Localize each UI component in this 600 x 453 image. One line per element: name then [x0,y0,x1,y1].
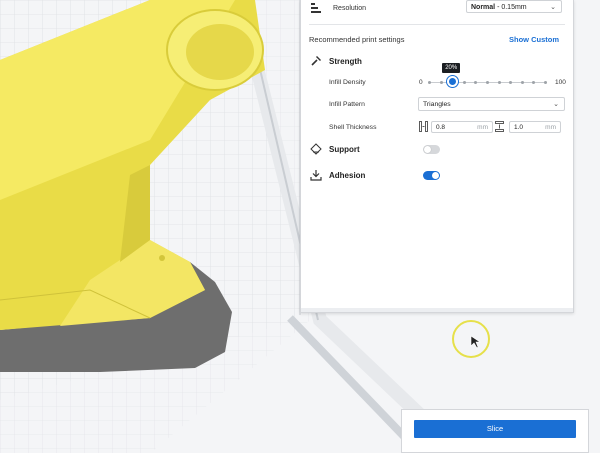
hammer-icon [311,56,321,66]
toggle-knob [432,172,439,179]
infill-density-label: Infill Density [329,79,366,86]
slider-tick [439,81,443,84]
slider-tick [544,81,547,84]
adhesion-toggle[interactable] [423,171,440,180]
adhesion-icon [310,170,322,181]
wall-thickness-icon [419,121,428,132]
support-icon [310,143,322,155]
panel-footer [301,308,573,312]
infill-pattern-value: Triangles [423,101,451,108]
resolution-layer-height: - 0.15mm [495,4,527,11]
slice-button[interactable]: Slice [414,420,576,438]
print-settings-panel: Resolution Normal - 0.15mm ⌄ Recommended… [300,0,574,313]
slice-panel: Slice [401,409,589,453]
infill-density-slider-handle[interactable] [446,76,458,87]
adhesion-title: Adhesion [329,171,366,180]
slider-tick [497,81,501,84]
resolution-icon [311,3,321,13]
cursor-highlight-ring [452,320,490,358]
support-title: Support [329,145,360,154]
resolution-profile-name: Normal [471,4,496,11]
top-bottom-thickness-icon [495,121,504,132]
slider-tick [428,81,431,84]
slider-tick [462,81,466,84]
slider-tick [474,81,478,84]
strength-title: Strength [329,57,362,66]
slider-tick [532,81,536,84]
infill-pattern-select[interactable]: Triangles ⌄ [418,97,565,111]
infill-pattern-label: Infill Pattern [329,101,365,108]
wall-thickness-input[interactable]: 0.8 mm [431,121,493,133]
slider-tick [486,81,489,84]
shell-thickness-label: Shell Thickness [329,124,377,131]
support-toggle[interactable] [423,145,440,154]
wall-thickness-value: 0.8 [436,124,446,131]
top-bottom-thickness-value: 1.0 [514,124,524,131]
top-bottom-thickness-input[interactable]: 1.0 mm [509,121,561,133]
infill-slider-min: 0 [419,79,423,86]
resolution-label: Resolution [333,5,367,12]
toggle-knob [424,146,431,153]
top-bottom-thickness-unit: mm [545,124,556,131]
chevron-down-icon: ⌄ [553,101,559,108]
wall-thickness-unit: mm [477,124,488,131]
resolution-select[interactable]: Normal - 0.15mm ⌄ [466,0,562,13]
slider-tick [509,81,513,84]
infill-slider-max: 100 [555,79,566,86]
slider-tick [520,81,524,84]
divider [309,24,565,25]
show-custom-link[interactable]: Show Custom [509,35,559,44]
chevron-down-icon: ⌄ [550,4,556,11]
recommended-settings-title: Recommended print settings [309,35,405,44]
infill-density-tooltip: 20% [442,63,461,73]
